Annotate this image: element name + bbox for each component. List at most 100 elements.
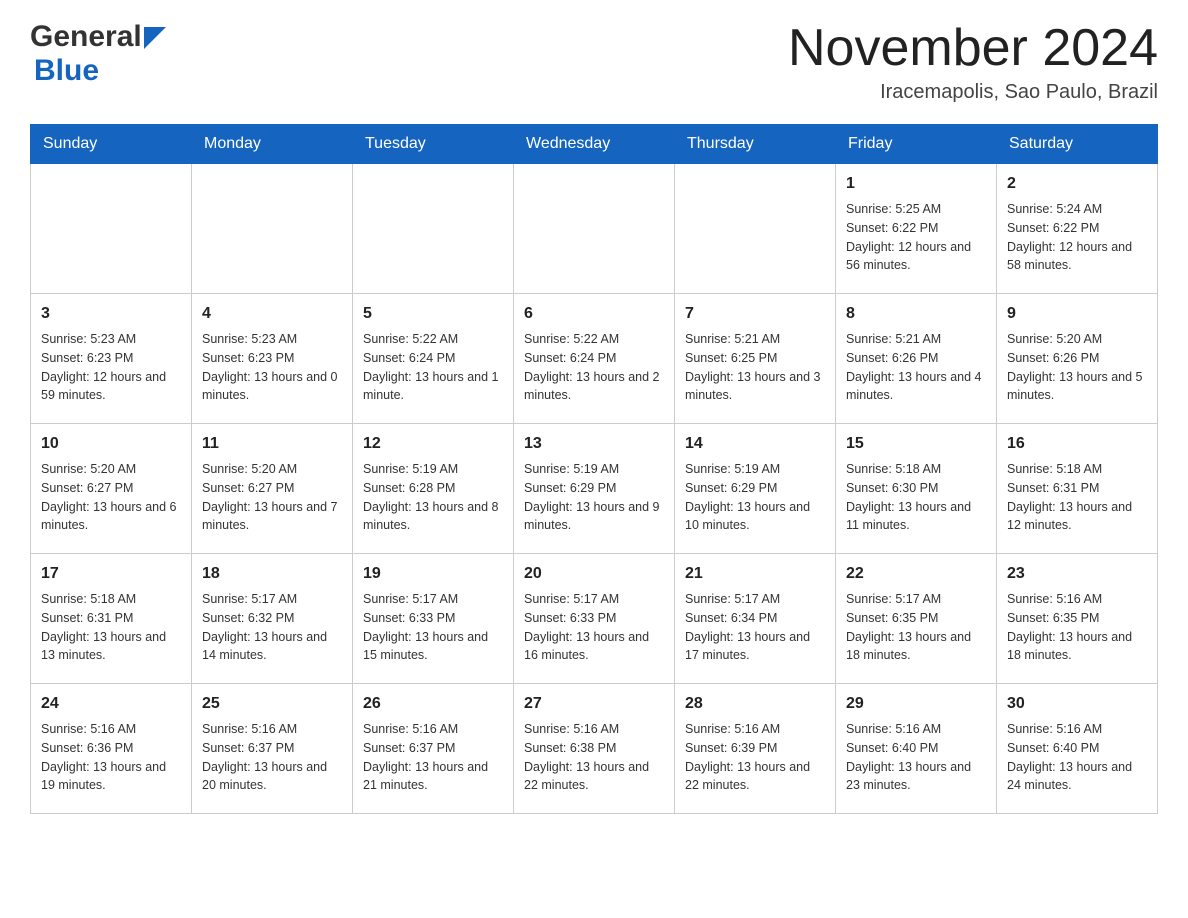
day-number: 23 (1007, 562, 1147, 586)
day-number: 29 (846, 692, 986, 716)
day-info: Sunrise: 5:16 AMSunset: 6:40 PMDaylight:… (1007, 720, 1147, 795)
day-info: Sunrise: 5:16 AMSunset: 6:40 PMDaylight:… (846, 720, 986, 795)
calendar-cell: 15 Sunrise: 5:18 AMSunset: 6:30 PMDayligh… (836, 424, 997, 554)
day-number: 19 (363, 562, 503, 586)
calendar-cell: 4 Sunrise: 5:23 AMSunset: 6:23 PMDaylight… (192, 294, 353, 424)
weekday-header-friday: Friday (836, 125, 997, 164)
calendar-cell: 7 Sunrise: 5:21 AMSunset: 6:25 PMDaylight… (675, 294, 836, 424)
day-info: Sunrise: 5:21 AMSunset: 6:25 PMDaylight:… (685, 330, 825, 405)
weekday-header-tuesday: Tuesday (353, 125, 514, 164)
weekday-header-sunday: Sunday (31, 125, 192, 164)
day-info: Sunrise: 5:17 AMSunset: 6:34 PMDaylight:… (685, 590, 825, 665)
calendar-cell (675, 164, 836, 294)
day-number: 6 (524, 302, 664, 326)
day-info: Sunrise: 5:20 AMSunset: 6:27 PMDaylight:… (202, 460, 342, 535)
day-info: Sunrise: 5:17 AMSunset: 6:32 PMDaylight:… (202, 590, 342, 665)
logo-blue-text: Blue (34, 54, 99, 87)
calendar-cell: 28 Sunrise: 5:16 AMSunset: 6:39 PMDayligh… (675, 684, 836, 814)
calendar-week-row: 10Sunrise: 5:20 AMSunset: 6:27 PMDayligh… (31, 424, 1158, 554)
calendar-table: SundayMondayTuesdayWednesdayThursdayFrid… (30, 124, 1158, 814)
calendar-cell: 3Sunrise: 5:23 AMSunset: 6:23 PMDaylight… (31, 294, 192, 424)
calendar-cell: 14 Sunrise: 5:19 AMSunset: 6:29 PMDayligh… (675, 424, 836, 554)
day-number: 16 (1007, 432, 1147, 456)
day-number: 4 (202, 302, 342, 326)
day-info: Sunrise: 5:19 AMSunset: 6:28 PMDaylight:… (363, 460, 503, 535)
day-number: 7 (685, 302, 825, 326)
weekday-header-row: SundayMondayTuesdayWednesdayThursdayFrid… (31, 125, 1158, 164)
day-info: Sunrise: 5:22 AMSunset: 6:24 PMDaylight:… (524, 330, 664, 405)
weekday-header-thursday: Thursday (675, 125, 836, 164)
day-number: 14 (685, 432, 825, 456)
calendar-cell: 25 Sunrise: 5:16 AMSunset: 6:37 PMDayligh… (192, 684, 353, 814)
calendar-cell (514, 164, 675, 294)
calendar-cell: 20Sunrise: 5:17 AMSunset: 6:33 PMDayligh… (514, 554, 675, 684)
calendar-cell: 13Sunrise: 5:19 AMSunset: 6:29 PMDayligh… (514, 424, 675, 554)
calendar-cell (353, 164, 514, 294)
day-number: 25 (202, 692, 342, 716)
calendar-cell: 17 Sunrise: 5:18 AMSunset: 6:31 PMDayligh… (31, 554, 192, 684)
calendar-cell (192, 164, 353, 294)
day-info: Sunrise: 5:19 AMSunset: 6:29 PMDaylight:… (524, 460, 664, 535)
day-number: 9 (1007, 302, 1147, 326)
weekday-header-monday: Monday (192, 125, 353, 164)
calendar-cell: 18 Sunrise: 5:17 AMSunset: 6:32 PMDayligh… (192, 554, 353, 684)
day-info: Sunrise: 5:16 AMSunset: 6:37 PMDaylight:… (202, 720, 342, 795)
day-number: 28 (685, 692, 825, 716)
calendar-cell: 8 Sunrise: 5:21 AMSunset: 6:26 PMDaylight… (836, 294, 997, 424)
day-info: Sunrise: 5:20 AMSunset: 6:26 PMDaylight:… (1007, 330, 1147, 405)
calendar-cell: 27 Sunrise: 5:16 AMSunset: 6:38 PMDayligh… (514, 684, 675, 814)
day-number: 2 (1007, 172, 1147, 196)
day-number: 8 (846, 302, 986, 326)
day-number: 18 (202, 562, 342, 586)
calendar-cell: 29 Sunrise: 5:16 AMSunset: 6:40 PMDayligh… (836, 684, 997, 814)
day-info: Sunrise: 5:22 AMSunset: 6:24 PMDaylight:… (363, 330, 503, 405)
calendar-week-row: 24Sunrise: 5:16 AMSunset: 6:36 PMDayligh… (31, 684, 1158, 814)
day-info: Sunrise: 5:17 AMSunset: 6:35 PMDaylight:… (846, 590, 986, 665)
day-number: 17 (41, 562, 181, 586)
day-info: Sunrise: 5:17 AMSunset: 6:33 PMDaylight:… (363, 590, 503, 665)
calendar-cell: 2Sunrise: 5:24 AMSunset: 6:22 PMDaylight… (997, 164, 1158, 294)
calendar-cell: 30 Sunrise: 5:16 AMSunset: 6:40 PMDayligh… (997, 684, 1158, 814)
day-number: 22 (846, 562, 986, 586)
day-info: Sunrise: 5:16 AMSunset: 6:36 PMDaylight:… (41, 720, 181, 795)
logo-arrow-icon (144, 27, 166, 49)
calendar-cell: 21 Sunrise: 5:17 AMSunset: 6:34 PMDayligh… (675, 554, 836, 684)
title-block: November 2024 Iracemapolis, Sao Paulo, B… (788, 20, 1158, 104)
calendar-cell: 1 Sunrise: 5:25 AMSunset: 6:22 PMDaylight… (836, 164, 997, 294)
calendar-cell: 5Sunrise: 5:22 AMSunset: 6:24 PMDaylight… (353, 294, 514, 424)
day-number: 27 (524, 692, 664, 716)
day-info: Sunrise: 5:25 AMSunset: 6:22 PMDaylight:… (846, 200, 986, 275)
month-year-title: November 2024 (788, 20, 1158, 77)
logo-general-text: General (30, 20, 142, 54)
day-info: Sunrise: 5:19 AMSunset: 6:29 PMDaylight:… (685, 460, 825, 535)
day-info: Sunrise: 5:18 AMSunset: 6:30 PMDaylight:… (846, 460, 986, 535)
calendar-cell: 26Sunrise: 5:16 AMSunset: 6:37 PMDayligh… (353, 684, 514, 814)
calendar-cell: 23 Sunrise: 5:16 AMSunset: 6:35 PMDayligh… (997, 554, 1158, 684)
day-number: 21 (685, 562, 825, 586)
calendar-week-row: 1 Sunrise: 5:25 AMSunset: 6:22 PMDaylight… (31, 164, 1158, 294)
day-info: Sunrise: 5:16 AMSunset: 6:37 PMDaylight:… (363, 720, 503, 795)
calendar-cell: 10Sunrise: 5:20 AMSunset: 6:27 PMDayligh… (31, 424, 192, 554)
calendar-cell: 19 Sunrise: 5:17 AMSunset: 6:33 PMDayligh… (353, 554, 514, 684)
day-info: Sunrise: 5:16 AMSunset: 6:38 PMDaylight:… (524, 720, 664, 795)
calendar-cell: 9 Sunrise: 5:20 AMSunset: 6:26 PMDaylight… (997, 294, 1158, 424)
day-info: Sunrise: 5:18 AMSunset: 6:31 PMDaylight:… (41, 590, 181, 665)
day-number: 11 (202, 432, 342, 456)
calendar-cell: 11 Sunrise: 5:20 AMSunset: 6:27 PMDayligh… (192, 424, 353, 554)
calendar-week-row: 17 Sunrise: 5:18 AMSunset: 6:31 PMDayligh… (31, 554, 1158, 684)
calendar-cell (31, 164, 192, 294)
day-number: 15 (846, 432, 986, 456)
day-info: Sunrise: 5:16 AMSunset: 6:39 PMDaylight:… (685, 720, 825, 795)
day-info: Sunrise: 5:17 AMSunset: 6:33 PMDaylight:… (524, 590, 664, 665)
logo: General Blue (30, 20, 166, 88)
weekday-header-saturday: Saturday (997, 125, 1158, 164)
day-info: Sunrise: 5:23 AMSunset: 6:23 PMDaylight:… (202, 330, 342, 405)
day-number: 1 (846, 172, 986, 196)
day-info: Sunrise: 5:16 AMSunset: 6:35 PMDaylight:… (1007, 590, 1147, 665)
day-info: Sunrise: 5:21 AMSunset: 6:26 PMDaylight:… (846, 330, 986, 405)
calendar-cell: 22 Sunrise: 5:17 AMSunset: 6:35 PMDayligh… (836, 554, 997, 684)
day-info: Sunrise: 5:20 AMSunset: 6:27 PMDaylight:… (41, 460, 181, 535)
day-number: 30 (1007, 692, 1147, 716)
calendar-cell: 12Sunrise: 5:19 AMSunset: 6:28 PMDayligh… (353, 424, 514, 554)
calendar-cell: 6 Sunrise: 5:22 AMSunset: 6:24 PMDaylight… (514, 294, 675, 424)
